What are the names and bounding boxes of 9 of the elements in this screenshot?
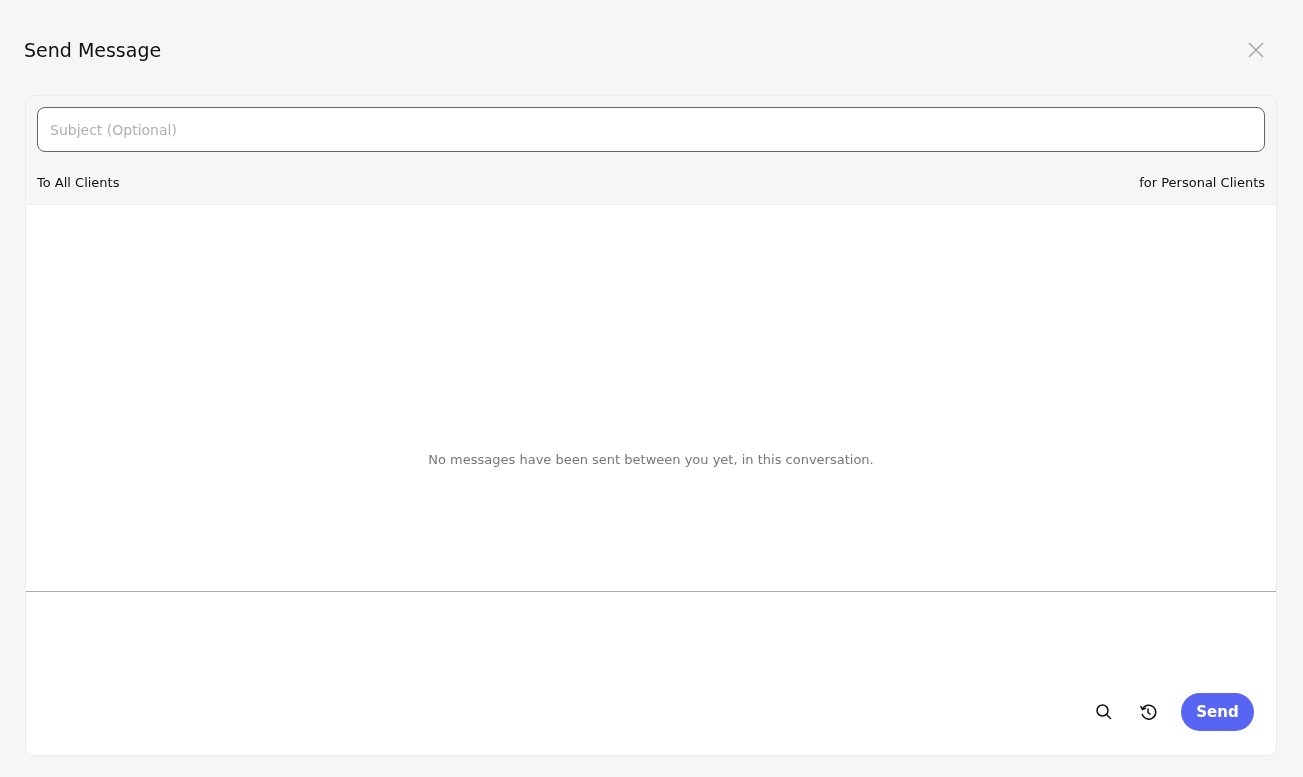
search-icon [1095,702,1113,721]
send-button[interactable]: Send [1181,692,1254,731]
audience-label: To All Clients [37,175,120,190]
dialog-title: Send Message [24,39,162,61]
history-icon [1139,702,1157,721]
subject-field[interactable]: Subject (Optional) [37,107,1265,152]
client-type-label: for Personal Clients [1139,175,1265,190]
close-icon [1247,41,1265,59]
empty-state-text: No messages have been sent between you yet, in this conversation. [428,450,874,467]
